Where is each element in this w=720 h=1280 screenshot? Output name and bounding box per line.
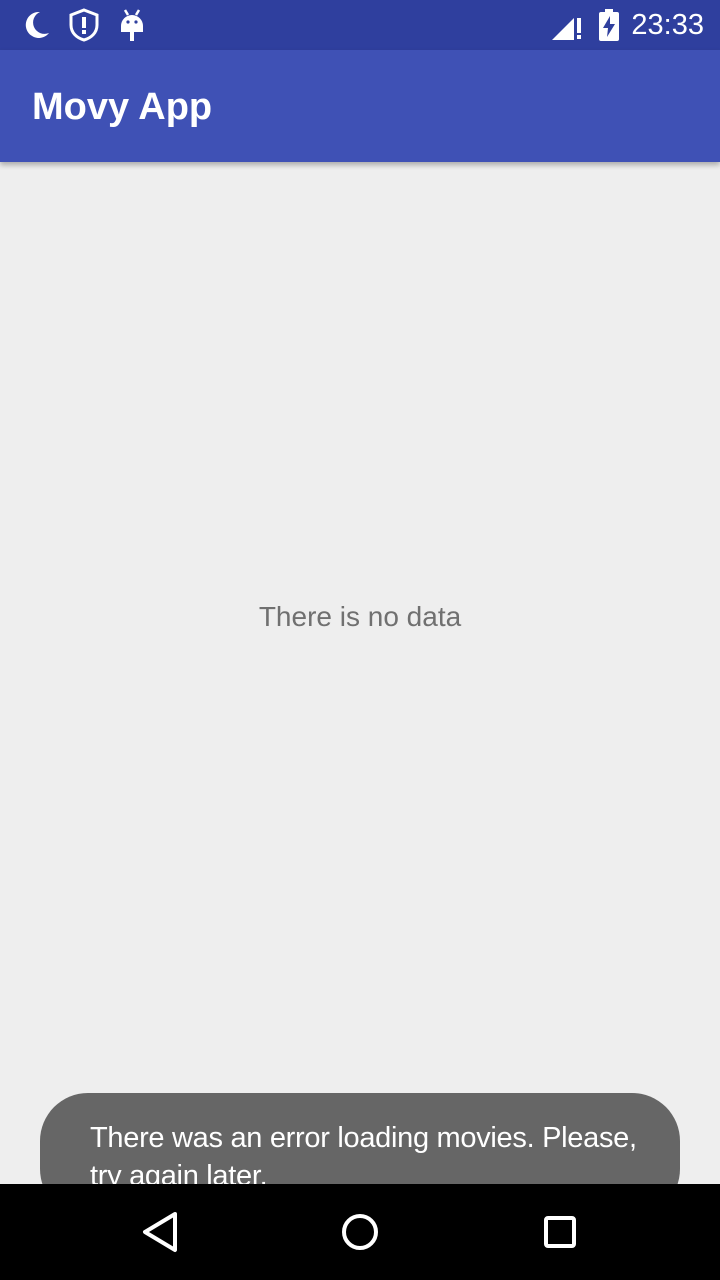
navigation-bar bbox=[0, 1184, 720, 1280]
battery-charging-icon bbox=[598, 8, 620, 42]
empty-state-message: There is no data bbox=[258, 601, 462, 632]
app-title: Movy App bbox=[32, 86, 213, 128]
android-debug-icon bbox=[118, 8, 146, 42]
moon-icon bbox=[22, 8, 52, 42]
app-bar: Movy App bbox=[0, 50, 720, 162]
main-content: There is no data There was an error load… bbox=[0, 162, 720, 1217]
shield-alert-icon bbox=[68, 8, 100, 42]
back-icon[interactable] bbox=[130, 1202, 190, 1262]
status-bar: 23:33 bbox=[0, 0, 720, 50]
home-icon[interactable] bbox=[330, 1202, 390, 1262]
signal-alert-icon bbox=[550, 8, 584, 42]
recents-icon[interactable] bbox=[530, 1202, 590, 1262]
status-time: 23:33 bbox=[631, 9, 704, 41]
